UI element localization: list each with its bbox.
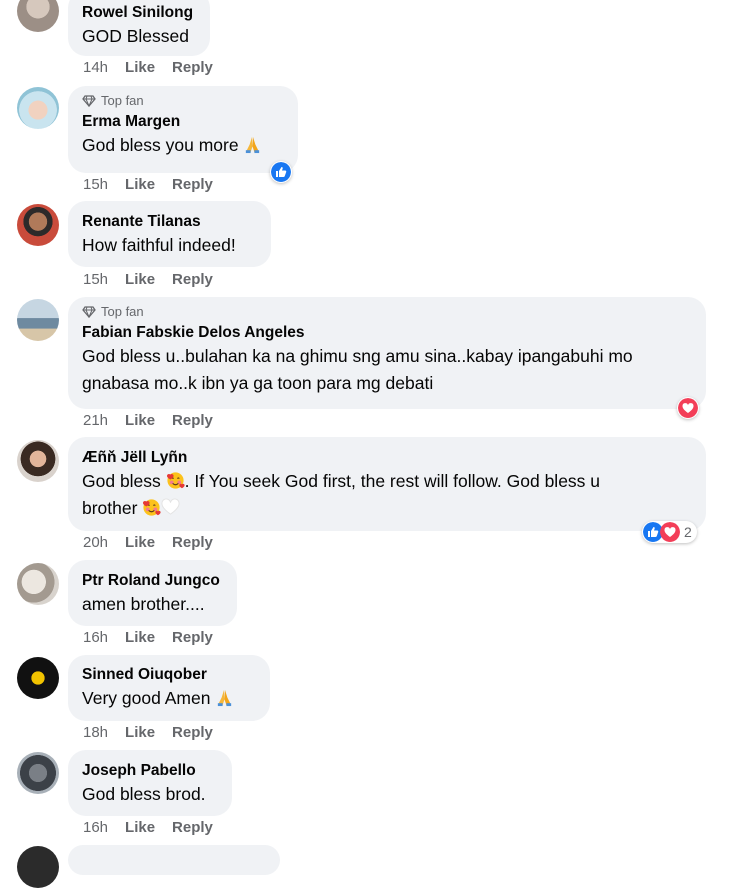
comment-text: God bless brod. xyxy=(82,784,206,804)
like-button[interactable]: Like xyxy=(125,59,155,76)
reaction-summary[interactable]: 2 xyxy=(642,521,697,543)
commenter-name[interactable]: Renante Tilanas xyxy=(82,212,257,232)
comment-bubble: Joseph Pabello God bless brod. xyxy=(68,750,232,816)
reply-button[interactable]: Reply xyxy=(172,629,213,646)
comment-timestamp[interactable]: 18h xyxy=(83,724,108,741)
comment-text: Very good Amen xyxy=(82,685,256,712)
reply-button[interactable]: Reply xyxy=(172,534,213,551)
like-button[interactable]: Like xyxy=(125,534,155,551)
comment-timestamp[interactable]: 15h xyxy=(83,271,108,288)
like-button[interactable]: Like xyxy=(125,412,155,429)
reply-button[interactable]: Reply xyxy=(172,59,213,76)
comment-actions: 14h Like Reply xyxy=(83,59,213,76)
comment-timestamp[interactable]: 21h xyxy=(83,412,108,429)
comment-text: amen brother.... xyxy=(82,594,205,614)
avatar[interactable] xyxy=(17,299,59,341)
like-button[interactable]: Like xyxy=(125,819,155,836)
white-heart-emoji xyxy=(161,498,180,517)
commenter-name[interactable]: Æñň Jëll Lyñn xyxy=(82,448,692,468)
like-reaction-icon xyxy=(271,162,291,182)
smiling-face-with-hearts-emoji xyxy=(166,471,185,490)
commenter-name[interactable]: Fabian Fabskie Delos Angeles xyxy=(82,323,692,343)
comment-timestamp[interactable]: 15h xyxy=(83,176,108,193)
comment-actions: 15h Like Reply xyxy=(83,271,213,288)
comment-actions: 21h Like Reply xyxy=(83,412,213,429)
comment-bubble: Top fan Erma Margen God bless you more xyxy=(68,86,298,173)
avatar[interactable] xyxy=(17,440,59,482)
reply-button[interactable]: Reply xyxy=(172,271,213,288)
comment-bubble xyxy=(68,845,280,875)
commenter-name[interactable]: Joseph Pabello xyxy=(82,761,218,781)
reaction-count: 2 xyxy=(684,524,692,540)
comment-text: God bless you more xyxy=(82,132,284,159)
top-fan-label: Top fan xyxy=(101,304,144,319)
love-reaction-icon xyxy=(660,522,680,542)
like-button[interactable]: Like xyxy=(125,629,155,646)
comment-text: How faithful indeed! xyxy=(82,235,236,255)
comment-actions: 16h Like Reply xyxy=(83,629,213,646)
avatar[interactable] xyxy=(17,87,59,129)
top-fan-label: Top fan xyxy=(101,93,144,108)
commenter-name[interactable]: Rowel Sinilong xyxy=(82,3,196,23)
comment-text: GOD Blessed xyxy=(82,26,189,46)
like-button[interactable]: Like xyxy=(125,176,155,193)
comment-text: God bless u..bulahan ka na ghimu sng amu… xyxy=(82,346,633,393)
reply-button[interactable]: Reply xyxy=(172,412,213,429)
like-button[interactable]: Like xyxy=(125,271,155,288)
avatar[interactable] xyxy=(17,204,59,246)
commenter-name[interactable]: Erma Margen xyxy=(82,112,284,132)
commenter-name[interactable]: Sinned Oiuqober xyxy=(82,665,256,685)
comment-timestamp[interactable]: 16h xyxy=(83,629,108,646)
comment-actions: 18h Like Reply xyxy=(83,724,213,741)
avatar[interactable] xyxy=(17,846,59,888)
comment-timestamp[interactable]: 14h xyxy=(83,59,108,76)
comment-bubble: Rowel Sinilong GOD Blessed xyxy=(68,0,210,56)
diamond-icon xyxy=(82,95,96,107)
avatar[interactable] xyxy=(17,563,59,605)
comment-bubble: Sinned Oiuqober Very good Amen xyxy=(68,655,270,721)
avatar[interactable] xyxy=(17,752,59,794)
comment-text: God bless . If You seek God first, the r… xyxy=(82,471,601,518)
comment-timestamp[interactable]: 20h xyxy=(83,534,108,551)
reply-button[interactable]: Reply xyxy=(172,724,213,741)
like-button[interactable]: Like xyxy=(125,724,155,741)
comment-timestamp[interactable]: 16h xyxy=(83,819,108,836)
commenter-name[interactable]: Ptr Roland Jungco xyxy=(82,571,223,591)
top-fan-badge: Top fan xyxy=(82,93,284,108)
comment-actions: 20h Like Reply xyxy=(83,534,213,551)
top-fan-badge: Top fan xyxy=(82,304,692,319)
comment-actions: 15h Like Reply xyxy=(83,176,213,193)
love-reaction-icon xyxy=(678,398,698,418)
reaction-summary[interactable] xyxy=(677,397,699,419)
diamond-icon xyxy=(82,306,96,318)
comment-bubble: Top fan Fabian Fabskie Delos Angeles God… xyxy=(68,297,706,409)
avatar[interactable] xyxy=(17,657,59,699)
praying-hands-emoji xyxy=(215,688,234,707)
praying-hands-emoji xyxy=(243,135,262,154)
comment-actions: 16h Like Reply xyxy=(83,819,213,836)
comment-bubble: Renante Tilanas How faithful indeed! xyxy=(68,201,271,267)
smiling-face-with-hearts-emoji xyxy=(142,498,161,517)
reply-button[interactable]: Reply xyxy=(172,176,213,193)
reaction-summary[interactable] xyxy=(270,161,292,183)
avatar[interactable] xyxy=(17,0,59,32)
comment-bubble: Æñň Jëll Lyñn God bless . If You seek Go… xyxy=(68,437,706,531)
reply-button[interactable]: Reply xyxy=(172,819,213,836)
comment-bubble: Ptr Roland Jungco amen brother.... xyxy=(68,560,237,626)
